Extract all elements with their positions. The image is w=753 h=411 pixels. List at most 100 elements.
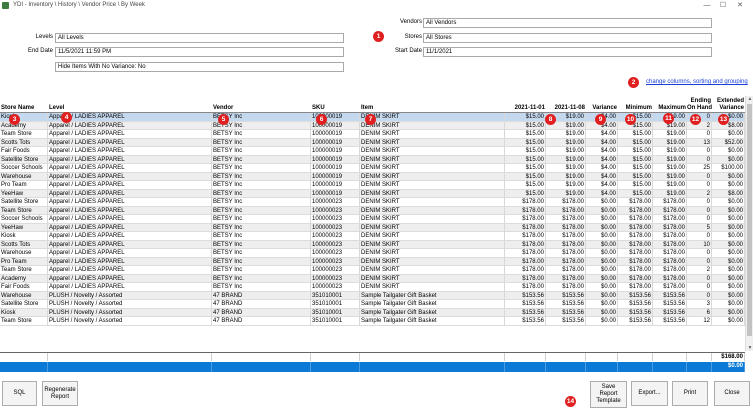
maximize-button[interactable]: ☐ bbox=[716, 1, 730, 11]
table-row[interactable]: Team Store PLUSH / Novelty / Assorted 47 B… bbox=[0, 317, 745, 326]
title-bar: YDI - Inventory \ History \ Vendor Price… bbox=[0, 0, 753, 12]
col-header-maximum[interactable]: Maximum bbox=[653, 105, 686, 111]
hide-no-variance-field[interactable]: Hide Items With No Variance: No bbox=[55, 62, 344, 72]
table-row[interactable]: Satellite Store Apparel / LADIES APPAREL B… bbox=[0, 155, 745, 164]
table-row[interactable]: Satellite Store PLUSH / Novelty / Assorte… bbox=[0, 300, 745, 309]
table-row[interactable]: Team Store Apparel / LADIES APPAREL BETSY … bbox=[0, 266, 745, 275]
cell-week2: $153.56 bbox=[546, 291, 586, 300]
cell-extended-variance: $8.00 bbox=[712, 189, 745, 198]
cell-week1: $178.00 bbox=[505, 257, 546, 266]
col-header-variance[interactable]: Variance bbox=[586, 105, 617, 111]
table-row[interactable]: Team Store Apparel / LADIES APPAREL BETSY … bbox=[0, 130, 745, 139]
save-report-template-button[interactable]: Save Report Template bbox=[590, 381, 627, 408]
cell-sku: 100000019 bbox=[311, 147, 360, 155]
cell-level: Apparel / LADIES APPAREL bbox=[48, 223, 212, 232]
scrollbar-thumb[interactable] bbox=[747, 104, 752, 336]
cell-maximum: $178.00 bbox=[653, 283, 687, 291]
minimize-button[interactable]: — bbox=[700, 1, 714, 11]
results-grid[interactable]: Store Name Level Vendor SKU Item 2021-11… bbox=[0, 96, 745, 326]
cell-item: DENIM SKIRT bbox=[360, 283, 505, 291]
col-header-extended-line2[interactable]: Variance bbox=[712, 105, 744, 111]
print-button[interactable]: Print bbox=[672, 381, 708, 406]
cell-sku: 100000019 bbox=[311, 138, 360, 147]
table-row[interactable]: Kiosk PLUSH / Novelty / Assorted 47 BRAND 3… bbox=[0, 308, 745, 317]
levels-field[interactable]: All Levels bbox=[55, 33, 344, 43]
cell-maximum: $178.00 bbox=[653, 240, 687, 249]
table-row[interactable]: Fair Foods Apparel / LADIES APPAREL BETSY … bbox=[0, 147, 745, 156]
table-row[interactable]: Pro Team Apparel / LADIES APPAREL BETSY In… bbox=[0, 257, 745, 266]
cell-ending-on-hand: 0 bbox=[687, 274, 712, 283]
cell-extended-variance: $0.00 bbox=[712, 206, 745, 215]
cell-store: YeeHaw bbox=[0, 189, 48, 198]
cell-vendor: BETSY Inc bbox=[212, 232, 311, 240]
col-header-item[interactable]: Item bbox=[361, 105, 373, 111]
cell-maximum: $19.00 bbox=[653, 130, 687, 138]
vendors-field[interactable]: All Vendors bbox=[423, 18, 712, 28]
col-header-week1[interactable]: 2021-11-01 bbox=[505, 105, 545, 111]
grid-vertical-scrollbar[interactable]: ▲ ▼ bbox=[745, 96, 753, 351]
cell-store: Fair Foods bbox=[0, 147, 48, 155]
cell-sku: 100000023 bbox=[311, 266, 360, 274]
table-row[interactable]: Scotts Tots Apparel / LADIES APPAREL BETSY… bbox=[0, 240, 745, 249]
cell-week2: $19.00 bbox=[546, 189, 586, 198]
cell-sku: 100000023 bbox=[311, 249, 360, 257]
start-date-field[interactable]: 11/1/2021 bbox=[423, 47, 712, 57]
table-row[interactable]: YeeHaw Apparel / LADIES APPAREL BETSY Inc 1… bbox=[0, 189, 745, 198]
totals-column-divider bbox=[505, 362, 546, 372]
col-header-minimum[interactable]: Minimum bbox=[618, 105, 652, 111]
table-row[interactable]: Pro Team Apparel / LADIES APPAREL BETSY In… bbox=[0, 181, 745, 190]
cell-week1: $15.00 bbox=[505, 130, 546, 138]
callout-badge-4: 4 bbox=[61, 112, 72, 123]
totals-column-divider bbox=[212, 353, 311, 361]
col-header-extended-line1[interactable]: Extended bbox=[712, 98, 744, 104]
sql-button[interactable]: SQL bbox=[2, 381, 37, 406]
scroll-up-icon[interactable]: ▲ bbox=[746, 96, 753, 102]
cell-ending-on-hand: 0 bbox=[687, 232, 712, 240]
table-row[interactable]: Warehouse Apparel / LADIES APPAREL BETSY I… bbox=[0, 172, 745, 181]
totals-column-divider bbox=[0, 353, 48, 361]
table-row[interactable]: KioskApparel / LADIES APPARELBETSY Inc10… bbox=[0, 232, 745, 241]
cell-minimum: $15.00 bbox=[618, 130, 653, 138]
change-columns-link[interactable]: change columns, sorting and grouping bbox=[646, 79, 748, 85]
col-header-store[interactable]: Store Name bbox=[1, 105, 34, 111]
table-row[interactable]: Soccer Schools Apparel / LADIES APPAREL BE… bbox=[0, 215, 745, 224]
cell-minimum: $153.56 bbox=[618, 291, 653, 300]
export-button[interactable]: Export... bbox=[631, 381, 668, 406]
table-row[interactable]: Scotts Tots Apparel / LADIES APPAREL BETSY… bbox=[0, 138, 745, 147]
table-row[interactable]: Team Store Apparel / LADIES APPAREL BETSY … bbox=[0, 206, 745, 215]
scroll-down-icon[interactable]: ▼ bbox=[746, 345, 753, 351]
table-row[interactable]: Warehouse Apparel / LADIES APPAREL BETSY I… bbox=[0, 249, 745, 258]
col-header-ending-line1[interactable]: Ending bbox=[687, 98, 711, 104]
callout-badge-5: 5 bbox=[218, 114, 229, 125]
col-header-ending-line2[interactable]: On Hand bbox=[687, 105, 712, 111]
totals-column-divider bbox=[618, 362, 653, 372]
totals-column-divider bbox=[311, 353, 360, 361]
table-row[interactable]: Academy Apparel / LADIES APPAREL BETSY Inc… bbox=[0, 274, 745, 283]
cell-minimum: $178.00 bbox=[618, 232, 653, 240]
table-row[interactable]: Satellite Store Apparel / LADIES APPAREL B… bbox=[0, 198, 745, 207]
table-row[interactable]: Warehouse PLUSH / Novelty / Assorted 47 BR… bbox=[0, 291, 745, 300]
stores-field[interactable]: All Stores bbox=[423, 33, 712, 43]
cell-extended-variance: $0.00 bbox=[712, 181, 745, 189]
cell-variance: $0.00 bbox=[586, 274, 618, 283]
col-header-sku[interactable]: SKU bbox=[312, 105, 325, 111]
cell-week1: $178.00 bbox=[505, 223, 546, 232]
cell-store: Kiosk bbox=[0, 232, 48, 240]
cell-minimum: $178.00 bbox=[618, 266, 653, 274]
table-row[interactable]: Soccer Schools Apparel / LADIES APPAREL BE… bbox=[0, 164, 745, 173]
cell-minimum: $15.00 bbox=[618, 155, 653, 164]
cell-item: DENIM SKIRT bbox=[360, 215, 505, 223]
col-header-week2[interactable]: 2021-11-08 bbox=[546, 105, 585, 111]
cell-maximum: $153.56 bbox=[653, 291, 687, 300]
table-row[interactable]: Fair Foods Apparel / LADIES APPAREL BETSY … bbox=[0, 283, 745, 292]
end-date-field[interactable]: 11/5/2021 11:59 PM bbox=[55, 47, 344, 57]
regenerate-report-button[interactable]: Regenerate Report bbox=[42, 381, 78, 406]
table-row[interactable]: YeeHaw Apparel / LADIES APPAREL BETSY Inc 1… bbox=[0, 223, 745, 232]
cell-ending-on-hand: 0 bbox=[687, 257, 712, 266]
col-header-vendor[interactable]: Vendor bbox=[213, 105, 233, 111]
col-header-level[interactable]: Level bbox=[49, 105, 64, 111]
cell-variance: $4.00 bbox=[586, 181, 618, 189]
close-button[interactable]: Close bbox=[714, 381, 750, 406]
cell-ending-on-hand: 0 bbox=[687, 130, 712, 138]
close-window-button[interactable]: ✕ bbox=[733, 1, 747, 11]
